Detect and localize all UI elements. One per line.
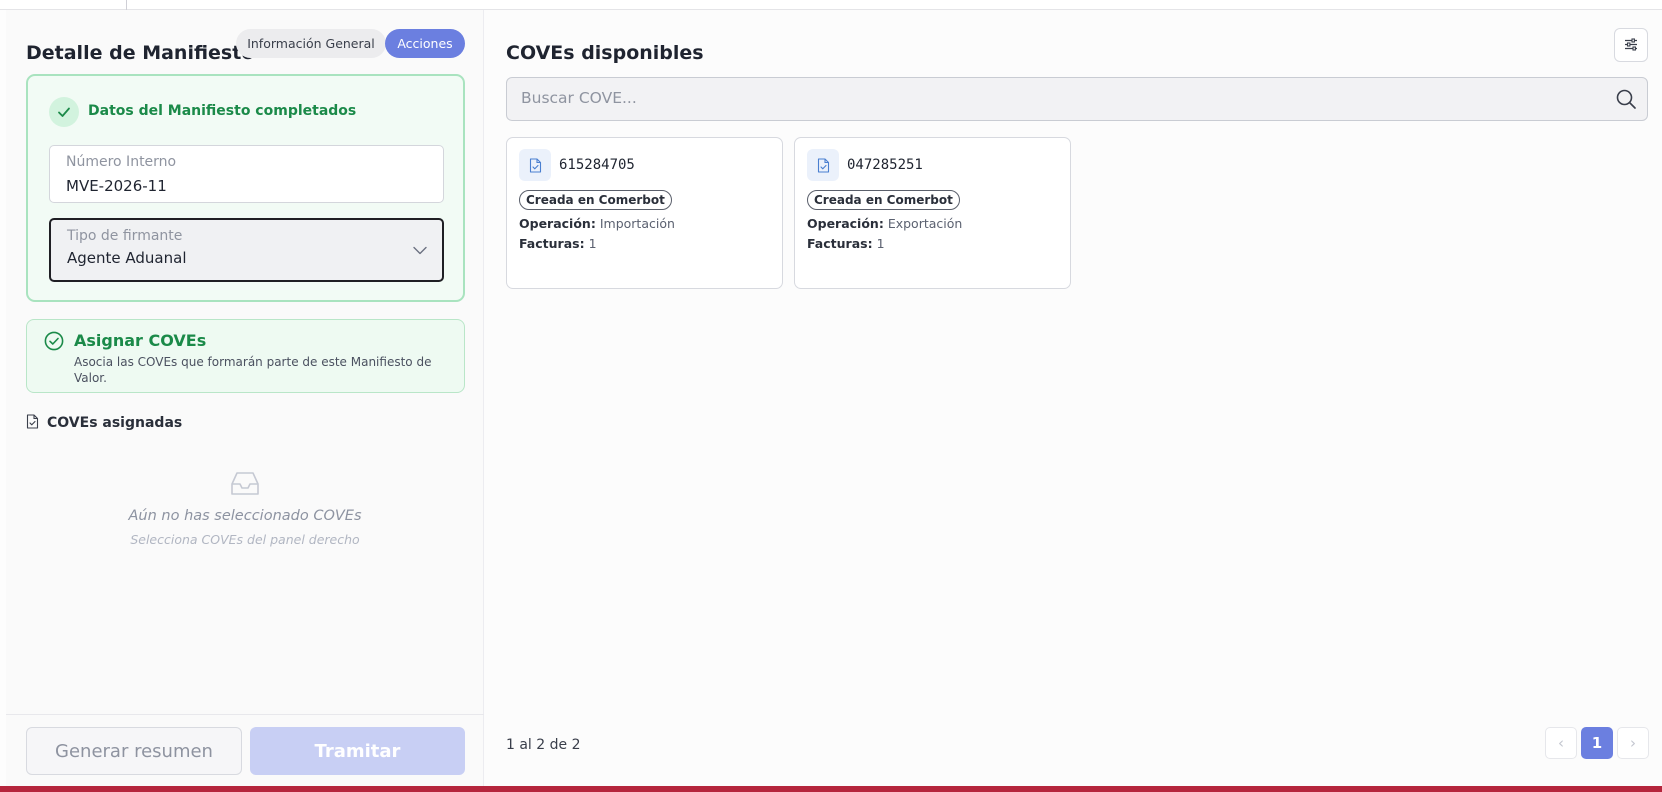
invoices-value: 1 (876, 236, 885, 251)
app-frame: Detalle de Manifiesto Información Genera… (0, 0, 1662, 792)
operation-label: Operación: (519, 216, 596, 231)
empty-state-subtitle: Selecciona COVEs del panel derecho (130, 532, 360, 547)
assigned-coves-label: COVEs asignadas (47, 415, 183, 431)
next-page-button[interactable]: › (1617, 727, 1649, 759)
cove-card[interactable]: 615284705 Creada en Comerbot Operación: … (506, 137, 783, 289)
check-icon (49, 97, 79, 127)
cove-invoices: Facturas: 1 (807, 236, 885, 251)
page-title: Detalle de Manifiesto (26, 42, 255, 64)
file-check-icon (26, 413, 39, 433)
cove-invoices: Facturas: 1 (519, 236, 597, 251)
assigned-coves-header: COVEs asignadas (26, 412, 182, 434)
check-circle-icon (44, 331, 64, 355)
tipo-firmante-select[interactable]: Tipo de firmante Agente Aduanal (49, 218, 444, 282)
cove-operation: Operación: Exportación (807, 216, 962, 231)
assign-coves-description: Asocia las COVEs que formarán parte de e… (74, 355, 432, 385)
numero-interno-value: MVE-2026-11 (66, 177, 167, 195)
file-check-icon (807, 149, 839, 181)
top-toolbar-strip (0, 0, 1662, 10)
bottom-strip (0, 786, 1662, 792)
tab-acciones[interactable]: Acciones (385, 29, 465, 58)
status-heading: Datos del Manifiesto completados (88, 103, 357, 119)
inbox-icon (230, 471, 260, 501)
page-1-button[interactable]: 1 (1581, 727, 1613, 759)
operation-label: Operación: (807, 216, 884, 231)
tipo-firmante-label: Tipo de firmante (67, 228, 183, 244)
invoices-label: Facturas: (807, 236, 873, 251)
submit-button[interactable]: Tramitar (250, 727, 465, 775)
search-box (506, 77, 1648, 121)
assign-coves-title: Asignar COVEs (74, 331, 207, 350)
origin-badge: Creada en Comerbot (519, 190, 672, 210)
tab-informacion-general[interactable]: Información General (236, 29, 386, 58)
toolbar-divider (126, 0, 127, 10)
tipo-firmante-value: Agente Aduanal (67, 249, 187, 267)
generate-summary-button[interactable]: Generar resumen (26, 727, 242, 775)
manifest-data-card: Datos del Manifiesto completados Número … (26, 74, 465, 302)
search-icon[interactable] (1615, 88, 1637, 114)
cove-number: 615284705 (559, 157, 635, 173)
operation-value: Importación (599, 216, 675, 231)
numero-interno-field[interactable]: Número Interno MVE-2026-11 (49, 145, 444, 203)
pagination-summary: 1 al 2 de 2 (506, 737, 581, 753)
footer-divider (6, 714, 484, 715)
operation-value: Exportación (887, 216, 963, 231)
cove-operation: Operación: Importación (519, 216, 675, 231)
invoices-value: 1 (588, 236, 597, 251)
prev-page-button[interactable]: ‹ (1545, 727, 1577, 759)
invoices-label: Facturas: (519, 236, 585, 251)
numero-interno-label: Número Interno (66, 154, 177, 170)
origin-badge: Creada en Comerbot (807, 190, 960, 210)
search-input[interactable] (521, 78, 1601, 118)
available-coves-title: COVEs disponibles (506, 42, 704, 64)
assign-coves-card: Asignar COVEs Asocia las COVEs que forma… (26, 319, 465, 393)
file-check-icon (519, 149, 551, 181)
available-coves-panel: COVEs disponibles 615284705 Creada en Co… (484, 10, 1662, 786)
manifest-detail-panel: Detalle de Manifiesto Información Genera… (6, 10, 484, 786)
filter-button[interactable] (1614, 28, 1648, 62)
cove-number: 047285251 (847, 157, 923, 173)
chevron-down-icon (412, 242, 428, 262)
cove-card[interactable]: 047285251 Creada en Comerbot Operación: … (794, 137, 1071, 289)
empty-state-title: Aún no has seleccionado COVEs (128, 508, 362, 524)
sliders-icon (1624, 36, 1638, 55)
